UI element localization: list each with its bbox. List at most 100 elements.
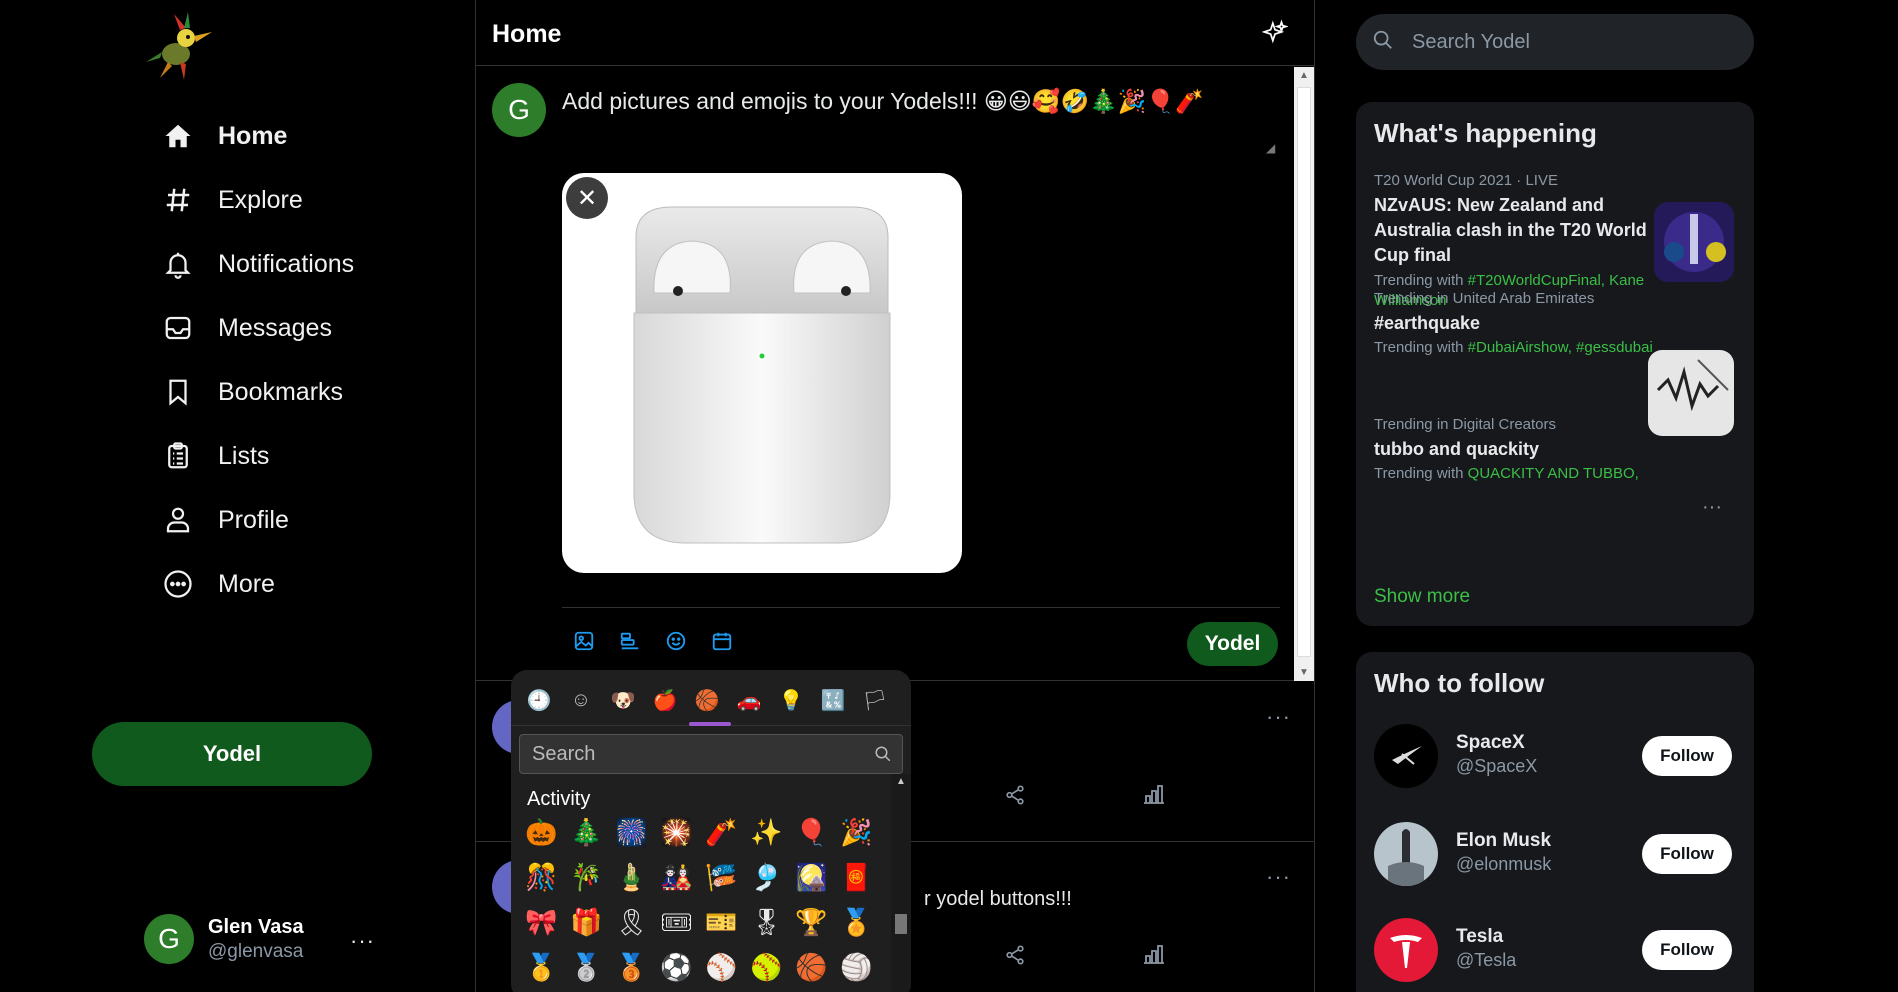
follow-button[interactable]: Follow [1642, 834, 1732, 874]
emoji-cell[interactable]: 🎈 [789, 810, 834, 855]
emoji-cell[interactable]: 🎗 [609, 900, 654, 945]
tesla-avatar[interactable] [1374, 918, 1438, 982]
emoji-cell[interactable]: 🎑 [789, 855, 834, 900]
post-more-icon[interactable]: ··· [1266, 704, 1291, 730]
emoji-cell[interactable]: ✨ [744, 810, 789, 855]
emoji-cell[interactable]: ⚽ [654, 945, 699, 990]
nav-home[interactable]: Home [160, 110, 287, 162]
list-icon [160, 438, 196, 474]
analytics-icon[interactable] [1142, 942, 1166, 971]
category-symbols-icon[interactable]: 🔣 [815, 682, 851, 718]
yodel-bird-logo[interactable] [140, 12, 216, 84]
scrollbar-thumb[interactable] [895, 914, 907, 934]
nav-lists[interactable]: Lists [160, 430, 269, 482]
emoji-cell[interactable]: 🥎 [744, 945, 789, 990]
category-recent-icon[interactable]: 🕘 [521, 682, 557, 718]
emoji-cell[interactable]: 🥈 [564, 945, 609, 990]
spacex-avatar[interactable] [1374, 724, 1438, 788]
emoji-cell[interactable]: 🎇 [654, 810, 699, 855]
trend-meta: Trending in Digital Creators [1374, 416, 1557, 433]
account-name: Elon Musk [1456, 830, 1552, 851]
emoji-cell[interactable]: 🎫 [699, 900, 744, 945]
share-icon[interactable] [1004, 944, 1026, 971]
emoji-cell[interactable]: 🎊 [519, 855, 564, 900]
emoji-cell[interactable]: 🥇 [519, 945, 564, 990]
category-flags-icon[interactable]: 🏳 [857, 682, 893, 718]
emoji-cell[interactable]: 🎐 [744, 855, 789, 900]
trend-item[interactable]: Trending in Digital Creators tubbo and q… [1374, 416, 1664, 484]
follow-button[interactable]: Follow [1642, 930, 1732, 970]
poll-icon[interactable] [618, 629, 642, 653]
show-more-link[interactable]: Show more [1374, 586, 1470, 608]
search-input[interactable] [1412, 30, 1712, 54]
scroll-up-icon[interactable]: ▲ [896, 776, 906, 787]
emoji-cell[interactable]: ⚾ [699, 945, 744, 990]
emoji-cell[interactable]: 🏆 [789, 900, 834, 945]
emoji-cell[interactable]: 🎀 [519, 900, 564, 945]
emoji-cell[interactable]: 🧨 [699, 810, 744, 855]
emoji-cell[interactable]: 🏐 [834, 945, 879, 990]
emoji-cell[interactable]: 🎍 [609, 855, 654, 900]
follow-button[interactable]: Follow [1642, 736, 1732, 776]
nav-explore[interactable]: Explore [160, 174, 303, 226]
category-animals-icon[interactable]: 🐶 [605, 682, 641, 718]
emoji-cell[interactable]: 🎋 [564, 855, 609, 900]
category-objects-icon[interactable]: 💡 [773, 682, 809, 718]
nav-notifications[interactable]: Notifications [160, 238, 354, 290]
resize-grip-icon[interactable]: ◢ [1266, 141, 1275, 155]
account-switcher[interactable]: G Glen Vasa @glenvasa [144, 914, 304, 964]
nav-bookmarks[interactable]: Bookmarks [160, 366, 343, 418]
elon-musk-avatar[interactable] [1374, 822, 1438, 886]
emoji-cell[interactable]: 🎃 [519, 810, 564, 855]
scroll-up-icon[interactable]: ▲ [1299, 70, 1309, 81]
emoji-icon[interactable] [664, 629, 688, 653]
share-icon[interactable] [1004, 784, 1026, 811]
emoji-cell[interactable]: 🎎 [654, 855, 699, 900]
emoji-cell[interactable]: 🎏 [699, 855, 744, 900]
category-activity-icon[interactable]: 🏀 [689, 682, 731, 726]
compose-submit-button[interactable]: Yodel [1187, 622, 1278, 666]
image-upload-icon[interactable] [572, 629, 596, 653]
emoji-cell[interactable]: 🎄 [564, 810, 609, 855]
timeline-scrollbar[interactable]: ▲ ▼ [1294, 67, 1314, 681]
schedule-icon[interactable] [710, 629, 734, 653]
whats-happening-panel: What's happening T20 World Cup 2021 · LI… [1356, 102, 1754, 626]
nav-messages[interactable]: Messages [160, 302, 332, 354]
category-travel-icon[interactable]: 🚗 [731, 682, 767, 718]
remove-image-button[interactable]: ✕ [566, 177, 608, 219]
trend-more-icon[interactable]: ··· [1702, 496, 1722, 519]
follow-suggestion[interactable]: Elon Musk @elonmusk Follow [1374, 822, 1736, 888]
emoji-cell[interactable]: 🏅 [834, 900, 879, 945]
account-more-icon[interactable]: ··· [350, 928, 375, 954]
trend-item[interactable]: Trending in United Arab Emirates #earthq… [1374, 290, 1654, 358]
bell-icon [160, 246, 196, 282]
trend-tags[interactable]: #DubaiAirshow, #gessdubai [1468, 339, 1653, 356]
emoji-scrollbar[interactable]: ▲ [891, 774, 911, 992]
nav-profile[interactable]: Profile [160, 494, 289, 546]
follow-suggestion[interactable]: Tesla @Tesla Follow [1374, 918, 1736, 984]
emoji-cell[interactable]: 🏀 [789, 945, 834, 990]
account-handle: @Tesla [1456, 950, 1517, 970]
emoji-cell[interactable]: 🎆 [609, 810, 654, 855]
yodel-button[interactable]: Yodel [92, 722, 372, 786]
trend-tags[interactable]: QUACKITY AND TUBBO, [1468, 465, 1639, 482]
analytics-icon[interactable] [1142, 782, 1166, 811]
follow-suggestion[interactable]: SpaceX @SpaceX Follow [1374, 724, 1736, 790]
scrollbar-thumb[interactable] [1297, 87, 1311, 657]
panel-title: What's happening [1374, 118, 1597, 148]
scroll-down-icon[interactable]: ▼ [1299, 667, 1309, 678]
nav-notifications-label: Notifications [218, 249, 355, 278]
emoji-cell[interactable]: 🧧 [834, 855, 879, 900]
emoji-cell[interactable]: 🥉 [609, 945, 654, 990]
category-smileys-icon[interactable]: ☺ [563, 682, 599, 718]
emoji-search-input[interactable] [520, 735, 850, 773]
emoji-cell[interactable]: 🎁 [564, 900, 609, 945]
post-more-icon[interactable]: ··· [1266, 864, 1291, 890]
sparkle-icon[interactable] [1261, 19, 1289, 51]
emoji-cell[interactable]: 🎟 [654, 900, 699, 945]
emoji-cell[interactable]: 🎉 [834, 810, 879, 855]
category-food-icon[interactable]: 🍎 [647, 682, 683, 718]
compose-textarea[interactable]: Add pictures and emojis to your Yodels!!… [562, 87, 1282, 171]
emoji-cell[interactable]: 🎖 [744, 900, 789, 945]
nav-more[interactable]: More [160, 558, 275, 610]
